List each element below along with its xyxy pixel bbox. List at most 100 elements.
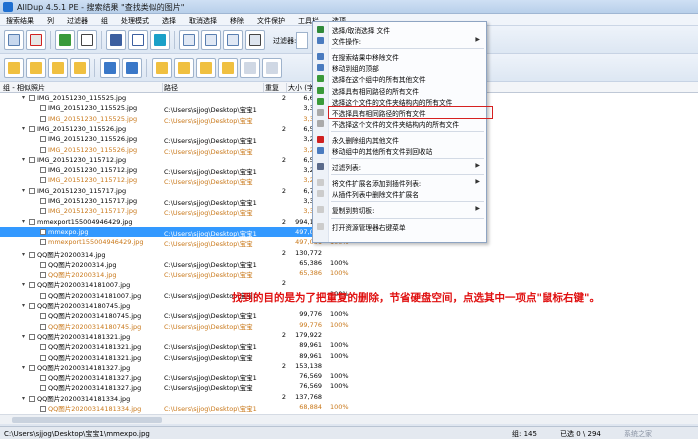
toolbar-button-kb[interactable] — [245, 30, 265, 50]
context-menu-item[interactable]: 在搜索结果中移除文件 — [313, 51, 486, 62]
context-menu-item[interactable]: 移动组中的其他所有文件到回收站 — [313, 145, 486, 156]
toolbar-button-folder-move[interactable] — [70, 58, 90, 78]
row-checkbox[interactable] — [40, 344, 46, 351]
context-menu-item[interactable]: 选择这个文件的文件夹结构内的所有文件 — [313, 96, 486, 107]
context-menu-item[interactable]: 复制到剪切板: ▶ — [313, 204, 486, 215]
group-row[interactable]: ▾ QQ图片20200314181334.jpg 2 137,768 — [0, 392, 350, 403]
horizontal-scrollbar[interactable] — [0, 414, 698, 424]
row-checkbox[interactable] — [29, 364, 35, 371]
expand-icon[interactable]: ▾ — [22, 333, 28, 340]
file-row[interactable]: IMG_20151230_115712.jpg C:\Users\sjjog\De… — [0, 165, 350, 176]
row-checkbox[interactable] — [40, 385, 46, 392]
menu-item[interactable]: 组 — [95, 14, 115, 25]
row-checkbox[interactable] — [29, 282, 35, 289]
row-checkbox[interactable] — [40, 228, 46, 235]
file-row[interactable]: IMG_20151230_115712.jpg C:\Users\sjjog\De… — [0, 175, 350, 186]
menu-item[interactable]: 处理模式 — [115, 14, 156, 25]
toolbar-button-close[interactable] — [150, 30, 170, 50]
expand-icon[interactable]: ▾ — [22, 251, 28, 258]
menu-item[interactable]: 列 — [41, 14, 61, 25]
file-row[interactable]: IMG_20151230_115526.jpg C:\Users\sjjog\De… — [0, 145, 350, 156]
expand-icon[interactable]: ▾ — [22, 282, 28, 288]
file-row[interactable]: QQ图片20200314181327.jpg C:\Users\sjjog\Des… — [0, 381, 350, 392]
file-row[interactable]: QQ图片20200314.jpg C:\Users\sjjog\Desktop\宝… — [0, 268, 350, 279]
row-checkbox[interactable] — [40, 105, 46, 112]
row-checkbox[interactable] — [29, 251, 35, 258]
file-row[interactable]: QQ图片20200314180745.jpg C:\Users\sjjog\Des… — [0, 320, 350, 331]
group-row[interactable]: ▾IMG_20151230_115526.jpg26,544 — [0, 124, 350, 134]
file-row[interactable]: IMG_20151230_115717.jpg C:\Users\sjjog\De… — [0, 206, 350, 217]
group-row[interactable]: ▾IMG_20151230_115717.jpg26,710 — [0, 186, 350, 196]
filter-input[interactable] — [296, 32, 308, 49]
toolbar-button-help[interactable] — [128, 30, 148, 50]
file-row[interactable]: QQ图片20200314.jpg C:\Users\sjjog\Desktop\宝… — [0, 258, 350, 269]
row-checkbox[interactable] — [29, 333, 35, 340]
row-checkbox[interactable] — [29, 187, 35, 194]
row-checkbox[interactable] — [40, 136, 46, 143]
row-checkbox[interactable] — [29, 95, 35, 101]
file-row[interactable]: IMG_20151230_115525.jpg C:\Users\sjjog\De… — [0, 103, 350, 114]
file-row[interactable]: QQ图片20200314181321.jpg C:\Users\sjjog\Des… — [0, 340, 350, 351]
file-row[interactable]: QQ图片20200314181321.jpg C:\Users\sjjog\Des… — [0, 351, 350, 362]
menu-item[interactable]: 选择 — [156, 14, 183, 25]
toolbar-button-arrow-up[interactable] — [100, 58, 120, 78]
context-menu-item[interactable]: 从插件列表中删除文件扩展名 — [313, 188, 486, 199]
toolbar-button-select-folder[interactable] — [152, 58, 172, 78]
group-row[interactable]: ▾ QQ图片20200314181327.jpg 2 153,138 — [0, 361, 350, 372]
row-checkbox[interactable] — [40, 198, 46, 204]
row-checkbox[interactable] — [40, 239, 46, 246]
group-row[interactable]: ▾ mmexport155004946429.jpg 2 994,102 — [0, 217, 350, 227]
context-menu-item[interactable]: 打开资源管理器右键菜单 — [313, 221, 486, 232]
toolbar-button-image[interactable] — [55, 30, 75, 50]
row-checkbox[interactable] — [29, 395, 35, 402]
context-menu-item[interactable]: 选择具有相同路径的所有文件 — [313, 85, 486, 96]
toolbar-button-log[interactable] — [77, 30, 97, 50]
scrollbar-thumb[interactable] — [12, 417, 162, 423]
toolbar-button-view[interactable] — [262, 58, 282, 78]
toolbar-button-columns[interactable] — [179, 30, 199, 50]
row-checkbox[interactable] — [40, 272, 46, 279]
expand-icon[interactable]: ▾ — [22, 364, 28, 371]
toolbar-button-grid[interactable] — [223, 30, 243, 50]
row-checkbox[interactable] — [29, 156, 35, 163]
toolbar-button-folder-up[interactable] — [4, 58, 24, 78]
row-checkbox[interactable] — [29, 218, 35, 225]
context-menu-item[interactable]: 不选择这个文件的文件夹结构内的所有文件 — [313, 118, 486, 129]
context-menu-item[interactable]: 永久删除组内其他文件 — [313, 134, 486, 145]
file-row[interactable]: IMG_20151230_115526.jpg C:\Users\sjjog\De… — [0, 134, 350, 145]
row-checkbox[interactable] — [40, 146, 46, 153]
column-header-group[interactable]: 组 - 相似照片 — [3, 83, 163, 92]
file-row[interactable]: IMG_20151230_115717.jpg C:\Users\sjjog\De… — [0, 196, 350, 207]
context-menu-item[interactable]: 文件操作: ▶ — [313, 35, 486, 46]
toolbar-button-list[interactable] — [4, 30, 24, 50]
file-row[interactable]: mmexport155004946429.jpg C:\Users\sjjog\D… — [0, 237, 350, 248]
group-row[interactable]: ▾ QQ图片20200314181007.jpg 2 — [0, 278, 350, 289]
menu-item[interactable]: 过滤器 — [61, 14, 95, 25]
row-checkbox[interactable] — [40, 292, 46, 299]
menu-item[interactable]: 取消选择 — [183, 14, 224, 25]
toolbar-button-sort[interactable] — [218, 58, 238, 78]
row-checkbox[interactable] — [40, 167, 46, 174]
context-menu-item[interactable]: 选择在这个组中的所有其他文件 — [313, 73, 486, 84]
row-checkbox[interactable] — [29, 303, 35, 309]
group-row[interactable]: ▾IMG_20151230_115712.jpg26,554 — [0, 155, 350, 165]
group-row[interactable]: ▾ QQ图片20200314181321.jpg 2 179,922 — [0, 330, 350, 341]
toolbar-button-save[interactable] — [106, 30, 126, 50]
expand-icon[interactable]: ▾ — [22, 95, 28, 101]
toolbar-button-folder-left[interactable] — [26, 58, 46, 78]
expand-icon[interactable]: ▾ — [22, 218, 28, 225]
expand-icon[interactable]: ▾ — [22, 187, 28, 194]
file-row[interactable]: QQ图片20200314180745.jpg C:\Users\sjjog\Des… — [0, 309, 350, 320]
row-checkbox[interactable] — [40, 177, 46, 184]
toolbar-button-group[interactable] — [240, 58, 260, 78]
row-checkbox[interactable] — [40, 115, 46, 122]
row-checkbox[interactable] — [40, 406, 46, 412]
context-menu-item[interactable]: 将文件扩展名添加到插件列表: ▶ — [313, 177, 486, 188]
row-checkbox[interactable] — [40, 313, 46, 320]
toolbar-button-remove[interactable] — [26, 30, 46, 50]
row-checkbox[interactable] — [40, 208, 46, 215]
context-menu-item[interactable]: 选择/取消选择 文件 — [313, 24, 486, 35]
toolbar-button-select-all[interactable] — [174, 58, 194, 78]
row-checkbox[interactable] — [29, 125, 35, 132]
context-menu-item[interactable]: 移动到组的顶部 — [313, 62, 486, 73]
